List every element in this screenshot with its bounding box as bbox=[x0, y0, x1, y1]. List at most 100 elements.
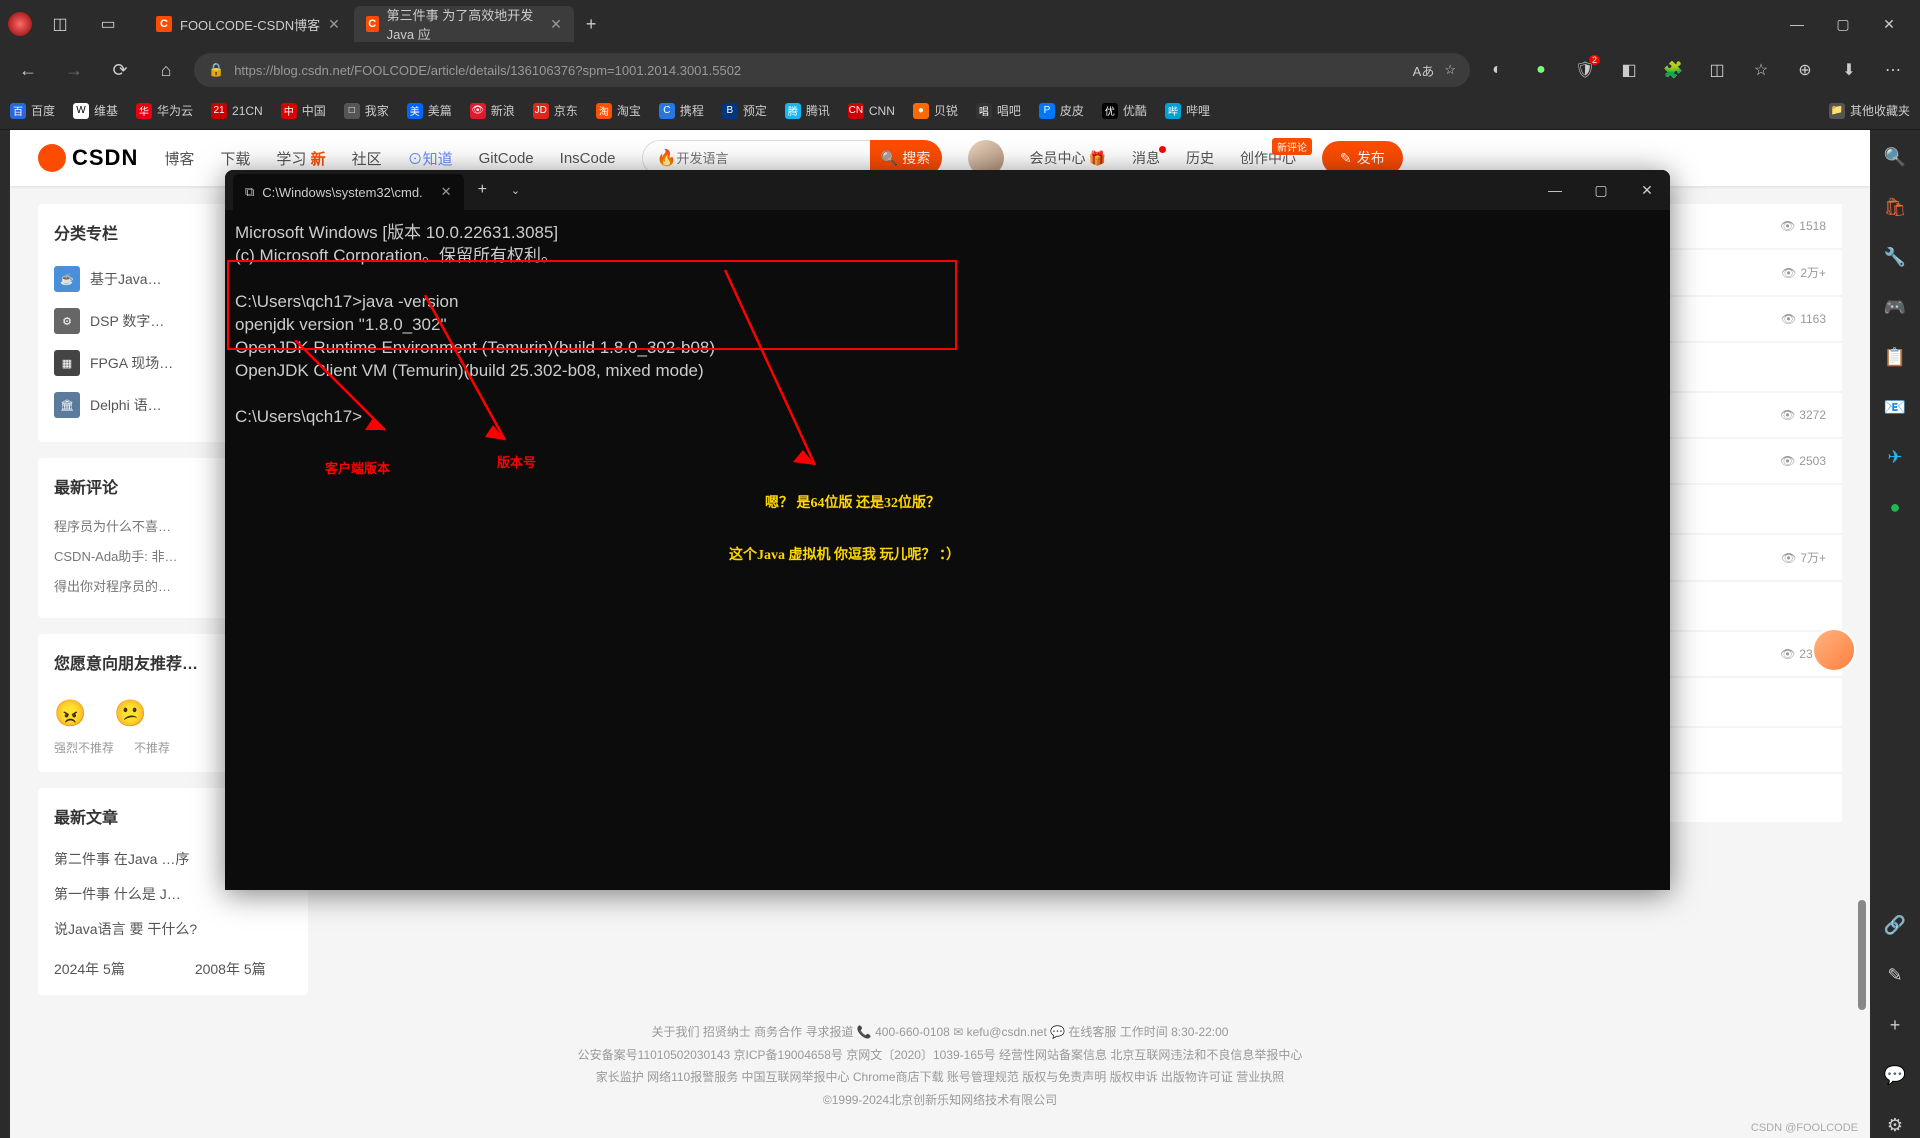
page-footer: 关于我们 招贤纳士 商务合作 寻求报道 📞 400-660-0108 ✉ kef… bbox=[10, 1021, 1870, 1112]
arrow-version bbox=[415, 295, 525, 455]
bookmark-wiki[interactable]: W维基 bbox=[73, 102, 118, 119]
workspaces-icon[interactable]: ◫ bbox=[40, 4, 80, 44]
bookmark-pipi[interactable]: P皮皮 bbox=[1039, 102, 1084, 119]
search-input[interactable] bbox=[676, 151, 869, 166]
year-count[interactable]: 2008年 5篇 bbox=[195, 959, 266, 979]
bookmark-huawei[interactable]: 华华为云 bbox=[136, 102, 193, 119]
ext1-icon[interactable]: ◐ bbox=[1480, 53, 1514, 87]
nav-blog[interactable]: 博客 bbox=[164, 148, 194, 169]
terminal-new-tab[interactable]: + bbox=[464, 181, 501, 199]
arrow-bits bbox=[715, 270, 835, 485]
terminal-close[interactable]: ✕ bbox=[1624, 172, 1670, 208]
sb-shopping-icon[interactable]: 🛍 bbox=[1882, 194, 1908, 220]
bookmark-meipian[interactable]: 美美篇 bbox=[407, 102, 452, 119]
bookmark-cnn[interactable]: CNCNN bbox=[848, 103, 895, 119]
bookmark-china[interactable]: 中中国 bbox=[281, 102, 326, 119]
bookmark-ctrip[interactable]: C携程 bbox=[659, 102, 704, 119]
bookmark-changba[interactable]: 唱唱吧 bbox=[976, 102, 1021, 119]
ext3-icon[interactable]: 🛡2 bbox=[1568, 53, 1602, 87]
bookmark-other[interactable]: 📁其他收藏夹 bbox=[1829, 102, 1910, 119]
favorite-icon[interactable]: ☆ bbox=[1444, 62, 1456, 78]
new-tab-button[interactable]: + bbox=[576, 14, 607, 35]
annotation-vm: 这个Java 虚拟机 你逗我 玩儿呢？ ：） bbox=[729, 544, 960, 564]
collections-icon[interactable]: ⊕ bbox=[1788, 53, 1822, 87]
sad-icon[interactable]: 😕 bbox=[114, 698, 146, 729]
bookmark-beirui[interactable]: ●贝锐 bbox=[913, 102, 958, 119]
maximize-button[interactable]: ▢ bbox=[1820, 4, 1866, 44]
tab-strip: C FOOLCODE-CSDN博客 ✕ C 第三件事 为了高效地开发 Java … bbox=[144, 4, 606, 44]
tab-actions-icon[interactable]: ▭ bbox=[88, 4, 128, 44]
bookmark-sina[interactable]: 👁新浪 bbox=[470, 102, 515, 119]
messages-link[interactable]: 消息 bbox=[1132, 148, 1160, 168]
back-button[interactable]: ← bbox=[10, 52, 46, 88]
sb-telegram-icon[interactable]: ✈ bbox=[1882, 444, 1908, 470]
nav-community[interactable]: 社区 bbox=[352, 148, 382, 169]
label: 不推荐 bbox=[134, 739, 170, 756]
minimize-button[interactable]: ― bbox=[1774, 4, 1820, 44]
sb-outlook-icon[interactable]: 📧 bbox=[1882, 394, 1908, 420]
annotation-box bbox=[227, 260, 957, 350]
extensions-icon[interactable]: 🧩 bbox=[1656, 53, 1690, 87]
sb-search-icon[interactable]: 🔍 bbox=[1882, 144, 1908, 170]
sb-spotify-icon[interactable]: ● bbox=[1882, 494, 1908, 520]
ext4-icon[interactable]: ◧ bbox=[1612, 53, 1646, 87]
tab-article[interactable]: C 第三件事 为了高效地开发 Java 应 ✕ bbox=[354, 6, 574, 42]
create-center-link[interactable]: 创作中心新评论 bbox=[1240, 148, 1296, 168]
terminal-window: ⧉ C:\Windows\system32\cmd. ✕ + ⌄ ― ▢ ✕ M… bbox=[225, 170, 1670, 890]
favorites-icon[interactable]: ☆ bbox=[1744, 53, 1778, 87]
app-icon bbox=[8, 12, 32, 36]
downloads-icon[interactable]: ⬇ bbox=[1832, 53, 1866, 87]
nav-inscode[interactable]: InsCode bbox=[560, 150, 616, 167]
bookmark-home[interactable]: □我家 bbox=[344, 102, 389, 119]
ext2-icon[interactable]: ● bbox=[1524, 53, 1558, 87]
terminal-dropdown[interactable]: ⌄ bbox=[501, 184, 530, 197]
bookmark-booking[interactable]: B预定 bbox=[722, 102, 767, 119]
url-box[interactable]: 🔒 https://blog.csdn.net/FOOLCODE/article… bbox=[194, 53, 1470, 87]
nav-zhidao[interactable]: ⊙知道 bbox=[408, 148, 453, 169]
csdn-logo[interactable]: CSDN bbox=[38, 144, 138, 172]
text-size-icon[interactable]: Aあ bbox=[1413, 61, 1435, 80]
home-button[interactable]: ⌂ bbox=[148, 52, 184, 88]
refresh-button[interactable]: ⟳ bbox=[102, 52, 138, 88]
history-link[interactable]: 历史 bbox=[1186, 148, 1214, 168]
sb-tools-icon[interactable]: 🔧 bbox=[1882, 244, 1908, 270]
bookmark-taobao[interactable]: 淘淘宝 bbox=[596, 102, 641, 119]
bookmark-bilibili[interactable]: 哔哔哩 bbox=[1165, 102, 1210, 119]
tab-foolcode[interactable]: C FOOLCODE-CSDN博客 ✕ bbox=[144, 6, 352, 42]
tab-title: 第三件事 为了高效地开发 Java 应 bbox=[387, 5, 542, 43]
sb-add-icon[interactable]: + bbox=[1882, 1012, 1908, 1038]
article-link[interactable]: 说Java语言 要 干什么? bbox=[54, 912, 292, 947]
terminal-minimize[interactable]: ― bbox=[1532, 172, 1578, 208]
tab-close-icon[interactable]: ✕ bbox=[550, 16, 562, 33]
sb-link-icon[interactable]: 🔗 bbox=[1882, 912, 1908, 938]
sb-settings-icon[interactable]: ⚙ bbox=[1882, 1112, 1908, 1138]
bookmark-jd[interactable]: JD京东 bbox=[533, 102, 578, 119]
tab-close-icon[interactable]: ✕ bbox=[328, 16, 340, 33]
sb-chat-icon[interactable]: 💬 bbox=[1882, 1062, 1908, 1088]
arrow-client bbox=[285, 340, 405, 450]
scrollbar-thumb[interactable] bbox=[1858, 900, 1866, 1010]
bookmark-21cn[interactable]: 2121CN bbox=[211, 103, 263, 119]
terminal-maximize[interactable]: ▢ bbox=[1578, 172, 1624, 208]
floating-avatar[interactable] bbox=[1812, 628, 1856, 672]
bookmark-youku[interactable]: 优优酷 bbox=[1102, 102, 1147, 119]
terminal-tab[interactable]: ⧉ C:\Windows\system32\cmd. ✕ bbox=[233, 174, 464, 210]
split-icon[interactable]: ◫ bbox=[1700, 53, 1734, 87]
terminal-titlebar: ⧉ C:\Windows\system32\cmd. ✕ + ⌄ ― ▢ ✕ bbox=[225, 170, 1670, 210]
terminal-tab-close[interactable]: ✕ bbox=[441, 184, 452, 200]
nav-download[interactable]: 下载 bbox=[220, 148, 250, 169]
menu-icon[interactable]: ⋯ bbox=[1876, 53, 1910, 87]
close-button[interactable]: ✕ bbox=[1866, 4, 1912, 44]
bookmark-baidu[interactable]: 百百度 bbox=[10, 102, 55, 119]
year-count[interactable]: 2024年 5篇 bbox=[54, 959, 125, 979]
nav-gitcode[interactable]: GitCode bbox=[479, 150, 534, 167]
member-center-link[interactable]: 会员中心 🎁 bbox=[1030, 148, 1106, 168]
angry-icon[interactable]: 😠 bbox=[54, 698, 86, 729]
sb-office-icon[interactable]: 📋 bbox=[1882, 344, 1908, 370]
nav-study[interactable]: 学习 新 bbox=[276, 148, 325, 169]
bookmark-tencent[interactable]: 腾腾讯 bbox=[785, 102, 830, 119]
sb-edit-icon[interactable]: ✎ bbox=[1882, 962, 1908, 988]
annotation-client: 客户端版本 bbox=[325, 458, 390, 477]
lock-icon: 🔒 bbox=[208, 62, 224, 78]
sb-games-icon[interactable]: 🎮 bbox=[1882, 294, 1908, 320]
